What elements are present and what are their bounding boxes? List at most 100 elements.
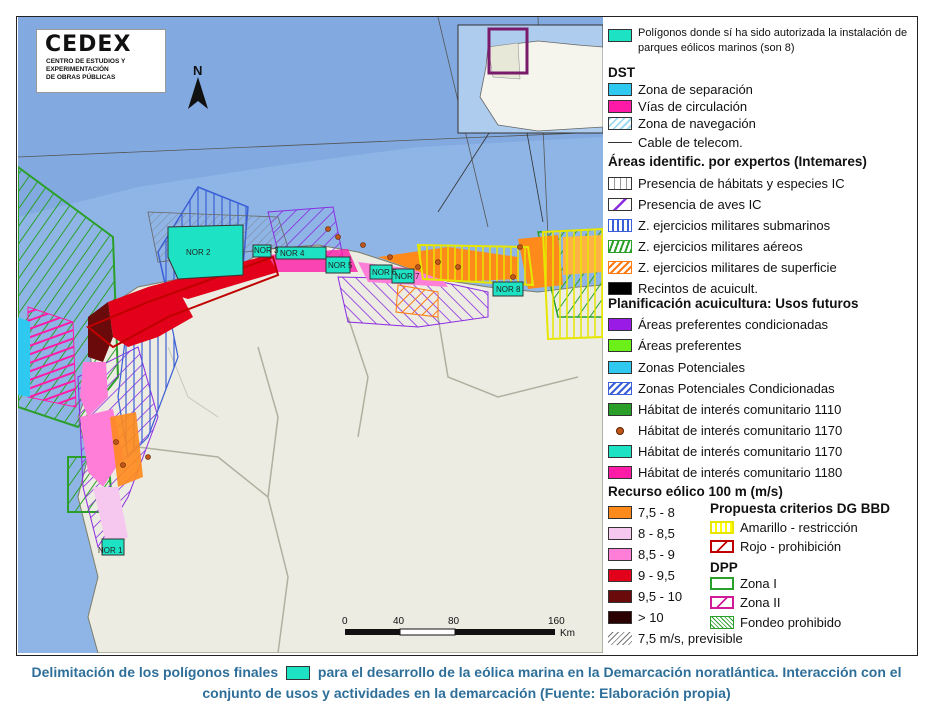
swatch xyxy=(608,611,632,624)
legend-label: 8 - 8,5 xyxy=(638,526,675,541)
legend-label: 7,5 - 8 xyxy=(638,505,675,520)
legend-label: Z. ejercicios militares submarinos xyxy=(638,218,831,233)
dst-traffic-lanes xyxy=(27,306,77,408)
legend-item: Presencia de hábitats y especies IC xyxy=(608,176,845,191)
logo-subtitle-line: CENTRO DE ESTUDIOS Y xyxy=(46,58,126,65)
legend-label: Hábitat de interés comunitario 1180 xyxy=(638,465,843,480)
swatch xyxy=(608,198,632,211)
nor-4-label: NOR 4 xyxy=(280,249,305,258)
swatch xyxy=(608,117,632,130)
legend-label: Zona de navegación xyxy=(638,116,756,131)
legend-label: Presencia de hábitats y especies IC xyxy=(638,176,845,191)
legend-heading-propuesta: Propuesta criterios DG BBD xyxy=(710,501,891,516)
logo-subtitle: CENTRO DE ESTUDIOS Y EXPERIMENTACIÓN DE … xyxy=(46,58,125,82)
swatch xyxy=(608,590,632,603)
legend-item-authorized-polygons: Polígonos donde sí ha sido autorizada la… xyxy=(608,26,918,56)
legend-item: Zonas Potenciales Condicionadas xyxy=(608,381,835,396)
legend-item: Áreas preferentes xyxy=(608,338,741,353)
legend-label: 9 - 9,5 xyxy=(638,568,675,583)
nor-3-label: NOR 3 xyxy=(254,246,279,255)
swatch xyxy=(608,339,632,352)
legend-label: Zona de separación xyxy=(638,82,753,97)
legend-label: Zonas Potenciales Condicionadas xyxy=(638,381,835,396)
legend-label: Hábitat de interés comunitario 1170 xyxy=(638,423,843,438)
legend-label: Polígonos donde sí ha sido autorizada la… xyxy=(638,27,908,54)
nor-5-label: NOR 5 xyxy=(328,261,353,270)
legend-item: Zona II xyxy=(710,595,780,610)
legend-label: Hábitat de interés comunitario 1170 xyxy=(638,444,843,459)
dot-swatch xyxy=(608,424,632,437)
legend-label: Áreas preferentes condicionadas xyxy=(638,317,829,332)
legend-item: Recintos de acuicult. xyxy=(608,281,758,296)
map-canvas: NOR 2 NOR 3 NOR 4 NOR 5 NOR 6 NOR 7 NOR … xyxy=(18,17,603,653)
swatch xyxy=(608,282,632,295)
scale-tick: 160 xyxy=(548,616,565,627)
legend-item: Zona de separación xyxy=(608,82,753,97)
legend-item: 9,5 - 10 xyxy=(608,589,682,604)
swatch xyxy=(608,548,632,561)
legend-heading-recurso: Recurso eólico 100 m (m/s) xyxy=(608,484,783,499)
legend-label: Presencia de aves IC xyxy=(638,197,762,212)
swatch xyxy=(608,569,632,582)
swatch xyxy=(608,240,632,253)
map-area[interactable]: NOR 2 NOR 3 NOR 4 NOR 5 NOR 6 NOR 7 NOR … xyxy=(18,17,603,653)
logo-name: CEDEX xyxy=(45,32,132,57)
legend-item: Zonas Potenciales xyxy=(608,360,745,375)
legend-item: Presencia de aves IC xyxy=(608,197,762,212)
legend-label: 8,5 - 9 xyxy=(638,547,675,562)
swatch xyxy=(608,527,632,540)
dot-icon xyxy=(616,426,624,435)
legend-label: Zona I xyxy=(740,576,777,591)
logo-subtitle-line: DE OBRAS PÚBLICAS xyxy=(46,74,116,81)
swatch xyxy=(710,521,734,534)
legend: Polígonos donde sí ha sido autorizada la… xyxy=(606,20,926,650)
legend-heading-expertos: Áreas identific. por expertos (Intemares… xyxy=(608,154,867,169)
legend-heading-acuicultura: Planificación acuicultura: Usos futuros xyxy=(608,296,859,311)
legend-item: Hábitat de interés comunitario 1170 xyxy=(608,444,842,459)
legend-item: 7,5 - 8 xyxy=(608,505,675,520)
legend-item: Hábitat de interés comunitario 1180 xyxy=(608,465,842,480)
legend-heading-dpp: DPP xyxy=(710,560,738,575)
legend-item: Áreas preferentes condicionadas xyxy=(608,317,828,332)
legend-item: 9 - 9,5 xyxy=(608,568,675,583)
cedex-logo: CEDEX CENTRO DE ESTUDIOS Y EXPERIMENTACI… xyxy=(36,29,166,93)
swatch xyxy=(710,616,734,629)
logo-subtitle-line: EXPERIMENTACIÓN xyxy=(46,66,109,73)
legend-label: Zona II xyxy=(740,595,781,610)
scale-tick: 80 xyxy=(448,616,460,627)
legend-heading-dst: DST xyxy=(608,65,635,80)
legend-item: Cable de telecom. xyxy=(608,135,743,150)
legend-item: > 10 xyxy=(608,610,664,625)
legend-item: Zona de navegación xyxy=(608,116,756,131)
swatch xyxy=(608,361,632,374)
swatch xyxy=(710,577,734,590)
legend-item: Rojo - prohibición xyxy=(710,539,841,554)
swatch xyxy=(608,506,632,519)
legend-label: 7,5 m/s, previsible xyxy=(638,631,743,646)
swatch xyxy=(608,318,632,331)
legend-label: Z. ejercicios militares aéreos xyxy=(638,239,803,254)
legend-item: Fondeo prohibido xyxy=(710,615,841,630)
legend-item: Z. ejercicios militares submarinos xyxy=(608,218,830,233)
legend-item: Amarillo - restricción xyxy=(710,520,858,535)
scale-bar: 0 40 80 160 Km xyxy=(340,612,580,653)
legend-label: Vías de circulación xyxy=(638,99,748,114)
swatch xyxy=(608,466,632,479)
legend-item: 8,5 - 9 xyxy=(608,547,675,562)
legend-label: Recintos de acuicult. xyxy=(638,281,758,296)
legend-label: Áreas preferentes xyxy=(638,338,742,353)
swatch xyxy=(608,632,632,645)
legend-item: 7,5 m/s, previsible xyxy=(608,631,743,646)
legend-label: Hábitat de interés comunitario 1110 xyxy=(638,402,842,417)
teal-swatch xyxy=(608,29,632,42)
swatch xyxy=(608,403,632,416)
legend-label: Zonas Potenciales xyxy=(638,360,745,375)
swatch xyxy=(608,382,632,395)
scale-unit: Km xyxy=(560,628,575,639)
scale-tick: 0 xyxy=(342,616,348,627)
line-swatch xyxy=(608,142,632,143)
legend-label: Rojo - prohibición xyxy=(740,539,842,554)
legend-item: 8 - 8,5 xyxy=(608,526,675,541)
legend-label: 9,5 - 10 xyxy=(638,589,683,604)
nor-1-label: NOR 1 xyxy=(98,546,123,555)
